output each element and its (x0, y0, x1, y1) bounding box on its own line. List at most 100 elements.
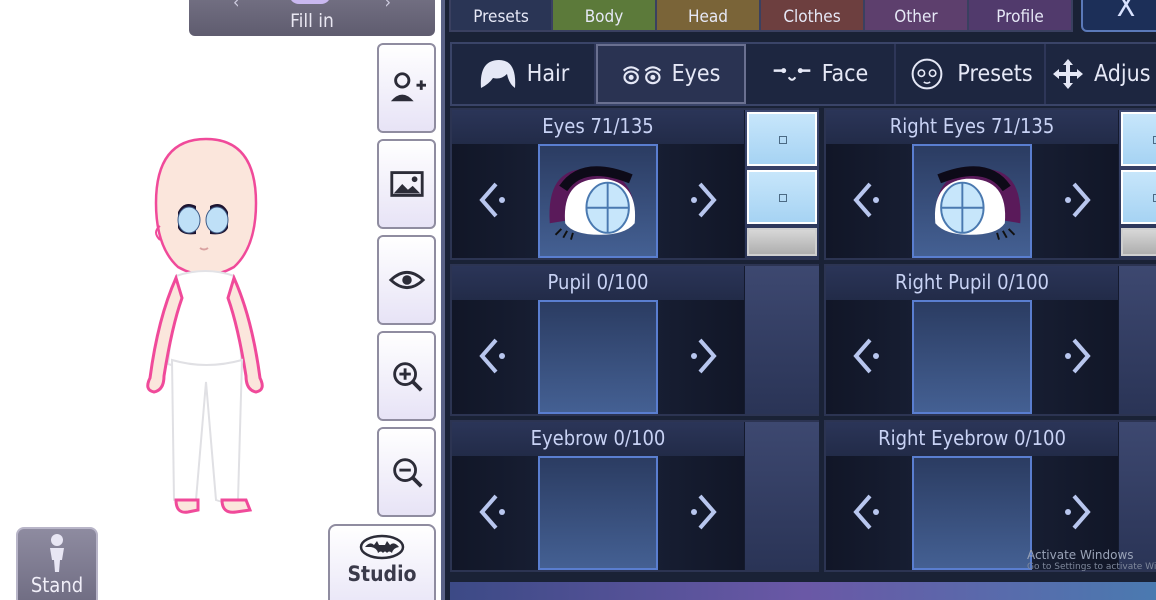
color-swatches (745, 110, 819, 258)
zoom-out-icon (392, 458, 423, 488)
eye-preview[interactable] (538, 144, 658, 258)
next-arrow-icon[interactable] (682, 490, 722, 534)
eye-preview[interactable] (912, 144, 1032, 258)
subtab-presets[interactable]: Presets (896, 44, 1046, 104)
pupil-right-cell: Right Pupil 0/100 (824, 264, 1156, 416)
cell-body (452, 456, 744, 570)
subtab-hair[interactable]: Hair (452, 44, 596, 104)
watermark-subtitle: Go to Settings to activate Windows. (1027, 562, 1156, 572)
cell-title: Pupil 0/100 (452, 266, 744, 300)
color-swatch[interactable] (1121, 112, 1156, 166)
zoom-out-button[interactable] (377, 427, 436, 517)
close-button[interactable]: X (1081, 0, 1156, 32)
eyebrow-left-cell: Eyebrow 0/100 (450, 420, 819, 572)
tab-label: Profile (996, 7, 1044, 27)
eyes-right-cell: Right Eyes 71/135 (824, 108, 1156, 260)
cell-body (452, 144, 744, 258)
prev-arrow-icon[interactable] (474, 490, 514, 534)
color-swatch[interactable] (747, 228, 817, 256)
subtab-label: Adjus (1094, 61, 1151, 87)
edit-panel: Presets Body Head Clothes Other Profile … (441, 0, 1156, 600)
color-swatch[interactable] (1121, 170, 1156, 224)
eyebrow-preview[interactable] (538, 456, 658, 570)
toggle-visibility-button[interactable] (377, 235, 436, 325)
subtab-label: Eyes (671, 61, 721, 87)
option-grid: Eyes 71/135 Right Eyes 71/135 Pupil 0/10… (450, 108, 1156, 580)
head-subtabs: Hair Eyes Face Presets Adjus (450, 42, 1156, 106)
tab-presets[interactable]: Presets (449, 0, 553, 32)
empty-swatch-column (745, 422, 819, 570)
stand-button[interactable]: Stand (16, 527, 98, 600)
tab-label: Clothes (783, 7, 841, 27)
face-icon (773, 68, 811, 81)
empty-swatch-column (1119, 266, 1156, 414)
cell-title: Eyebrow 0/100 (452, 422, 744, 456)
subtab-adjust[interactable]: Adjus (1046, 44, 1156, 104)
fill-in-label: Fill in (290, 10, 334, 32)
watermark-title: Activate Windows (1027, 548, 1134, 562)
next-arrow-icon[interactable] (1056, 178, 1096, 222)
eye-icon (388, 270, 425, 290)
tab-head[interactable]: Head (657, 0, 761, 32)
prev-arrow-icon[interactable] (848, 178, 888, 222)
pupil-preview[interactable] (538, 300, 658, 414)
color-swatch[interactable] (747, 112, 817, 166)
windows-activation-watermark: Activate Windows Go to Settings to activ… (1027, 548, 1156, 572)
bottom-bar (450, 582, 1156, 600)
fill-in-selector[interactable]: ‹ › Fill in (189, 0, 435, 36)
prev-arrow-icon[interactable] (848, 490, 888, 534)
face-preset-icon (911, 58, 943, 90)
tab-label: Other (894, 7, 938, 27)
subtab-label: Hair (526, 61, 570, 87)
color-swatch[interactable] (747, 170, 817, 224)
eye-style-icon (549, 166, 636, 240)
eyes-left-cell: Eyes 71/135 (450, 108, 819, 260)
pupil-left-cell: Pupil 0/100 (450, 264, 819, 416)
move-arrows-icon (1053, 59, 1083, 89)
next-arrow-icon[interactable] (1056, 334, 1096, 378)
tab-profile[interactable]: Profile (969, 0, 1073, 32)
tab-other[interactable]: Other (865, 0, 969, 32)
character-stage: ‹ › Fill in Studio Stand (0, 0, 442, 600)
prev-arrow-icon[interactable] (474, 178, 514, 222)
pupil-preview[interactable] (912, 300, 1032, 414)
eye-style-icon (934, 166, 1021, 240)
subtab-label: Face (821, 61, 869, 87)
color-swatch[interactable] (1121, 228, 1156, 256)
subtab-face[interactable]: Face (746, 44, 896, 104)
next-arrow-icon[interactable] (682, 334, 722, 378)
eyes-icon (622, 66, 661, 85)
cell-body (826, 144, 1118, 258)
prev-arrow-icon[interactable] (474, 334, 514, 378)
tab-label: Presets (473, 7, 529, 27)
character-figure[interactable] (130, 128, 280, 523)
cell-body (826, 300, 1118, 414)
category-tabs: Presets Body Head Clothes Other Profile (449, 0, 1073, 32)
hair-icon (480, 60, 515, 88)
tab-body[interactable]: Body (553, 0, 657, 32)
subtab-eyes[interactable]: Eyes (596, 44, 746, 104)
studio-label: Studio (347, 562, 417, 586)
image-icon (389, 171, 424, 197)
next-arrow-icon[interactable] (682, 178, 722, 222)
tab-label: Body (584, 7, 624, 27)
bat-emblem-icon (359, 534, 405, 560)
tab-clothes[interactable]: Clothes (761, 0, 865, 32)
cell-body (452, 300, 744, 414)
studio-button[interactable]: Studio (328, 524, 436, 600)
eyebrow-preview[interactable] (912, 456, 1032, 570)
background-button[interactable] (377, 139, 436, 229)
stand-label: Stand (30, 573, 84, 597)
zoom-in-button[interactable] (377, 331, 436, 421)
add-person-icon (390, 72, 426, 102)
standing-person-icon (50, 534, 64, 572)
cell-title: Right Pupil 0/100 (826, 266, 1118, 300)
prev-arrow-icon[interactable] (848, 334, 888, 378)
subtab-label: Presets (957, 61, 1033, 87)
tab-label: Head (687, 7, 728, 27)
empty-swatch-column (745, 266, 819, 414)
fill-thumbnail (289, 0, 331, 4)
cell-title: Right Eyebrow 0/100 (826, 422, 1118, 456)
add-character-button[interactable] (377, 43, 436, 133)
next-arrow-icon[interactable] (1056, 490, 1096, 534)
